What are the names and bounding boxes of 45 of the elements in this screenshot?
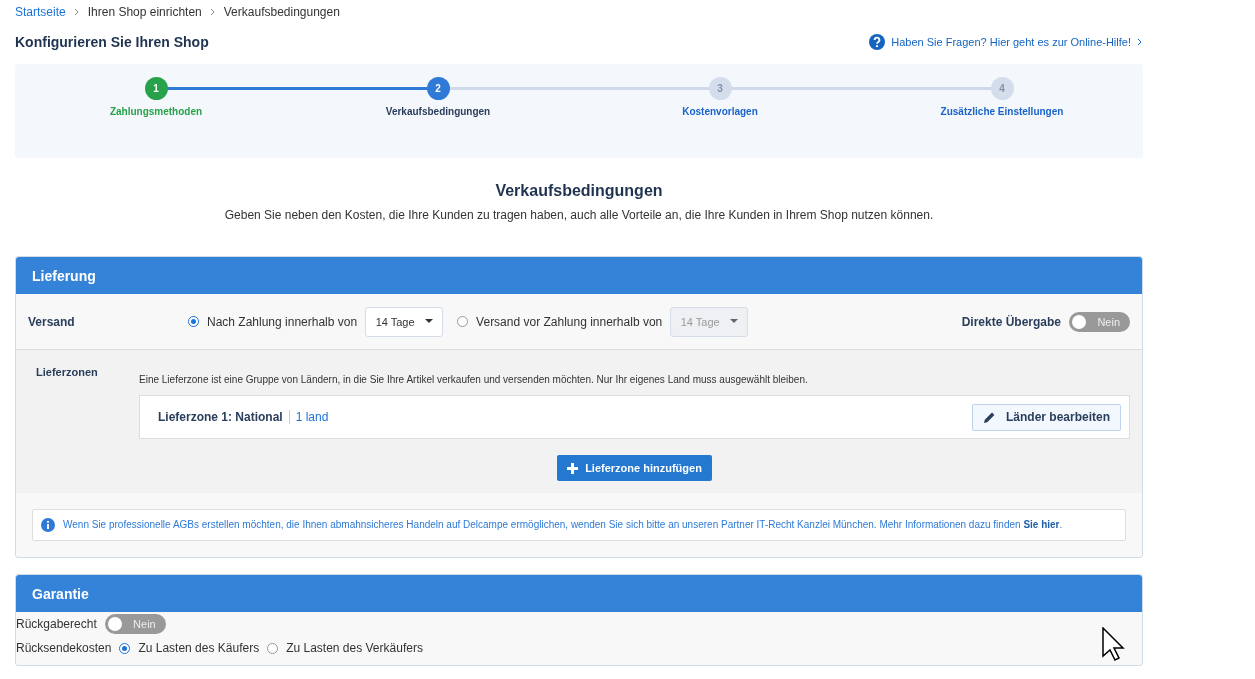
step-label[interactable]: Verkaufsbedingungen xyxy=(385,106,491,117)
step-number: 1 xyxy=(144,77,168,100)
panel-title: Lieferung xyxy=(32,267,96,284)
radio-label: Zu Lasten des Verkäufers xyxy=(286,641,423,655)
breadcrumb-item: Ihren Shop einrichten xyxy=(87,5,202,19)
radio-button[interactable] xyxy=(188,316,199,327)
page-title: Konfigurieren Sie Ihren Shop xyxy=(15,34,209,50)
plus-icon xyxy=(567,462,579,474)
radio-label: Zu Lasten des Käufers xyxy=(138,641,260,655)
step-number: 2 xyxy=(426,77,450,100)
caret-icon xyxy=(729,319,738,324)
radio-label: Nach Zahlung innerhalb von xyxy=(207,314,358,329)
country-count-link[interactable]: 1 land xyxy=(288,410,329,424)
step-number: 3 xyxy=(708,77,732,100)
info-link[interactable]: Sie hier xyxy=(1023,519,1060,530)
return-costs-label: Rücksendekosten xyxy=(16,641,112,655)
add-zone-button[interactable]: Lieferzone hinzufügen xyxy=(557,455,712,481)
info-text: Wenn Sie professionelle AGBs erstellen möchten, die Ihnen abmahnsicheres Handeln auf Delcampe ermöglichen, wenden Sie sich bitte an unseren Partner IT-Recht Kanzlei München. Mehr Informationen dazu finden Sie hier. xyxy=(63,518,1063,532)
breadcrumb-item: Verkaufsbedingungen xyxy=(223,5,340,19)
step-label[interactable]: Zusätzliche Einstellungen xyxy=(940,106,1064,117)
chevron-icon xyxy=(1137,38,1143,46)
return-right-label: Rückgaberecht xyxy=(16,617,97,631)
zones-label: Lieferzonen xyxy=(36,366,99,380)
radio-button[interactable] xyxy=(119,642,131,654)
zone-name: Lieferzone 1: National xyxy=(158,410,283,424)
days-dropdown[interactable]: 14 Tage xyxy=(365,306,444,337)
zones-hint: Eine Lieferzone ist eine Gruppe von Ländern, in die Sie Ihre Artikel verkaufen und versenden möchten. Nur Ihr eigenes Land muss ausgewählt bleiben. xyxy=(139,374,809,385)
step-label[interactable]: Kostenvorlagen xyxy=(682,106,758,117)
help-link[interactable]: Haben Sie Fragen? Hier geht es zur Online-Hilfe! xyxy=(891,36,1131,48)
help-icon xyxy=(869,34,886,50)
breadcrumb-link[interactable]: Startseite xyxy=(15,5,66,19)
shipping-label: Versand xyxy=(28,314,76,329)
section-title: Verkaufsbedingungen xyxy=(494,182,664,200)
panel-title: Garantie xyxy=(32,585,89,602)
radio-button[interactable] xyxy=(457,316,469,327)
caret-icon xyxy=(424,319,433,324)
radio-label: Versand vor Zahlung innerhalb von xyxy=(476,314,663,329)
pencil-icon xyxy=(982,410,996,424)
info-icon xyxy=(41,518,55,532)
section-subtitle: Geben Sie neben den Kosten, die Ihre Kunden zu tragen haben, auch alle Vorteile an, die Ihre Kunden in Ihrem Shop nutzen können. xyxy=(223,208,935,222)
edit-countries-button[interactable]: Länder bearbeiten xyxy=(971,403,1121,431)
direct-handover-label: Direkte Übergabe xyxy=(961,314,1061,329)
step-label[interactable]: Zahlungsmethoden xyxy=(109,106,203,117)
radio-button[interactable] xyxy=(267,642,279,654)
step-number: 4 xyxy=(990,77,1014,100)
